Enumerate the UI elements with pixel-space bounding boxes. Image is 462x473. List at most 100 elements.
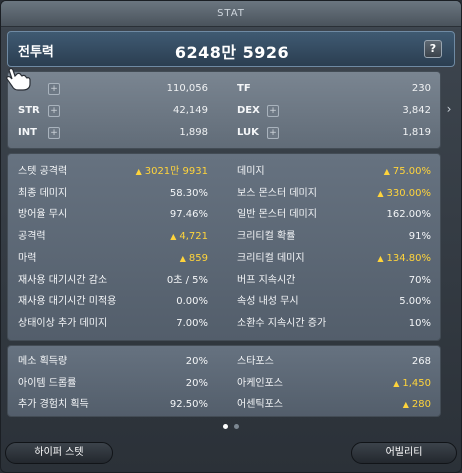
stat-name: LUK: [237, 127, 259, 138]
stat-name: 최종 데미지: [18, 187, 68, 199]
up-arrow-icon: ▲: [377, 188, 384, 198]
stat-row: 메소 획득량 20%: [18, 352, 208, 371]
stat-value: 162.00%: [387, 205, 432, 224]
stat-row: 마력 ▲ 859: [18, 249, 208, 268]
stat-value-text: 20%: [185, 377, 208, 389]
up-arrow-icon: ▲: [383, 167, 390, 176]
stat-value: ▲ 3021만 9931: [136, 162, 208, 181]
stat-value: ▲ 280: [403, 395, 431, 414]
window-title[interactable]: STAT: [1, 1, 461, 27]
stat-name: 스텟 공격력: [18, 166, 68, 177]
stat-value: ▲ 134.80%: [377, 249, 431, 268]
stat-row: 소환수 지속시간 증가 10%: [237, 314, 431, 333]
basic-stat-row: TF 230: [237, 79, 431, 99]
extra-stats-panel: 메소 획득량 20% 아이템 드롭률 20% 추가 경험치 획득 92.50% 스타포스 26…: [7, 345, 441, 417]
plus-icon[interactable]: +: [48, 127, 60, 139]
stat-value-text: 1,450: [402, 377, 431, 389]
plus-icon[interactable]: +: [267, 105, 279, 117]
basic-stat-row: +110,056: [18, 79, 208, 99]
help-button[interactable]: ?: [424, 40, 442, 58]
up-arrow-icon: ▲: [402, 400, 409, 409]
stat-name: 공격력: [18, 231, 46, 243]
stat-value: 97.46%: [170, 205, 208, 224]
stat-value: ▲ 4,721: [170, 227, 208, 246]
stat-value-text: 162.00%: [386, 209, 432, 221]
stat-row: 스타포스 268: [237, 352, 431, 371]
stat-name: 데미지: [237, 166, 265, 177]
stat-value-text: 5.00%: [399, 296, 431, 308]
stat-name: 방어율 무시: [18, 209, 68, 221]
stat-value: 58.30%: [170, 184, 208, 203]
stat-name: 아케인포스: [237, 377, 283, 389]
ability-button[interactable]: 어빌리티: [351, 442, 457, 464]
stat-row: 재사용 대기시간 감소 0초 / 5%: [18, 271, 208, 290]
stat-value-text: 92.50%: [169, 399, 208, 410]
up-arrow-icon: ▲: [179, 253, 186, 263]
stat-name: INT: [18, 127, 37, 138]
stat-value-text: 20%: [185, 356, 208, 367]
page-dot[interactable]: [234, 424, 239, 429]
stat-value: ▲ 859: [180, 249, 208, 268]
stat-value: 42,149: [173, 105, 208, 116]
stat-row: 데미지 ▲ 75.00%: [237, 162, 431, 181]
stat-value-text: 859: [188, 252, 208, 264]
stat-value: ▲ 330.00%: [377, 184, 431, 203]
stat-name: 어센틱포스: [237, 399, 283, 410]
stat-value: 1,819: [402, 127, 431, 138]
stat-value: 91%: [409, 227, 431, 246]
up-arrow-icon: ▲: [135, 167, 142, 176]
stat-window: STAT 전투력 6248만 5926 ? +110,056 STR +42,149…: [0, 0, 462, 473]
stat-name: TF: [237, 83, 251, 94]
stat-value-text: 7.00%: [176, 317, 208, 329]
stat-value: 0.00%: [176, 292, 208, 311]
stat-row: 공격력 ▲ 4,721: [18, 227, 208, 246]
plus-icon[interactable]: +: [48, 83, 60, 95]
stat-value: 5.00%: [399, 292, 431, 311]
stat-name: 마력: [18, 252, 37, 264]
stat-value-text: 58.30%: [169, 187, 208, 199]
stat-value-text: 0초 / 5%: [166, 274, 208, 286]
stat-value: 7.00%: [176, 314, 208, 333]
combat-power-bar: 전투력 6248만 5926 ?: [7, 31, 455, 67]
stat-value: 110,056: [166, 83, 208, 94]
up-arrow-icon: ▲: [170, 232, 177, 242]
stat-value-text: 330.00%: [386, 187, 432, 199]
chevron-right-icon[interactable]: ›: [443, 99, 455, 119]
stat-name: DEX: [237, 105, 260, 116]
stat-name: 크리티컬 데미지: [237, 252, 305, 264]
stat-value: 3,842: [402, 105, 431, 116]
stat-name: 스타포스: [237, 356, 274, 367]
page-dot[interactable]: [223, 424, 228, 429]
stat-row: 아이템 드롭률 20%: [18, 374, 208, 393]
stat-name: 보스 몬스터 데미지: [237, 187, 317, 199]
stat-value-text: 4,721: [179, 231, 208, 243]
stat-row: 추가 경험치 획득 92.50%: [18, 395, 208, 414]
stat-value-text: 268: [411, 356, 431, 367]
stat-value: 20%: [186, 374, 208, 393]
stat-row: 크리티컬 데미지 ▲ 134.80%: [237, 249, 431, 268]
stat-value: 0초 / 5%: [167, 271, 208, 290]
stat-name: STR: [18, 105, 40, 116]
stat-value-text: 97.46%: [169, 209, 208, 221]
stat-row: 일반 몬스터 데미지 162.00%: [237, 205, 431, 224]
stat-name: 메소 획득량: [18, 356, 68, 367]
stat-row: 아케인포스 ▲ 1,450: [237, 374, 431, 393]
stat-name: 버프 지속시간: [237, 274, 296, 286]
stat-value-text: 10%: [408, 317, 431, 329]
hyper-stat-button[interactable]: 하이퍼 스텟: [5, 442, 113, 464]
plus-icon[interactable]: +: [267, 127, 279, 139]
plus-icon[interactable]: +: [48, 105, 60, 117]
stat-value: 70%: [409, 271, 431, 290]
stat-row: 방어율 무시 97.46%: [18, 205, 208, 224]
stat-value-text: 91%: [408, 231, 431, 243]
stat-value-text: 70%: [408, 274, 431, 286]
stat-value: 268: [412, 352, 431, 371]
basic-stat-row: STR +42,149: [18, 101, 208, 121]
stat-value-text: 134.80%: [386, 252, 432, 264]
stat-value: ▲ 1,450: [393, 374, 431, 393]
stat-value: 20%: [186, 352, 208, 371]
stat-row: 보스 몬스터 데미지 ▲ 330.00%: [237, 184, 431, 203]
stat-value-text: 280: [411, 399, 431, 410]
basic-stats-panel: +110,056 STR +42,149 INT +1,898 TF 230 DEX +3,84…: [7, 71, 441, 149]
page-indicator: [1, 421, 461, 431]
